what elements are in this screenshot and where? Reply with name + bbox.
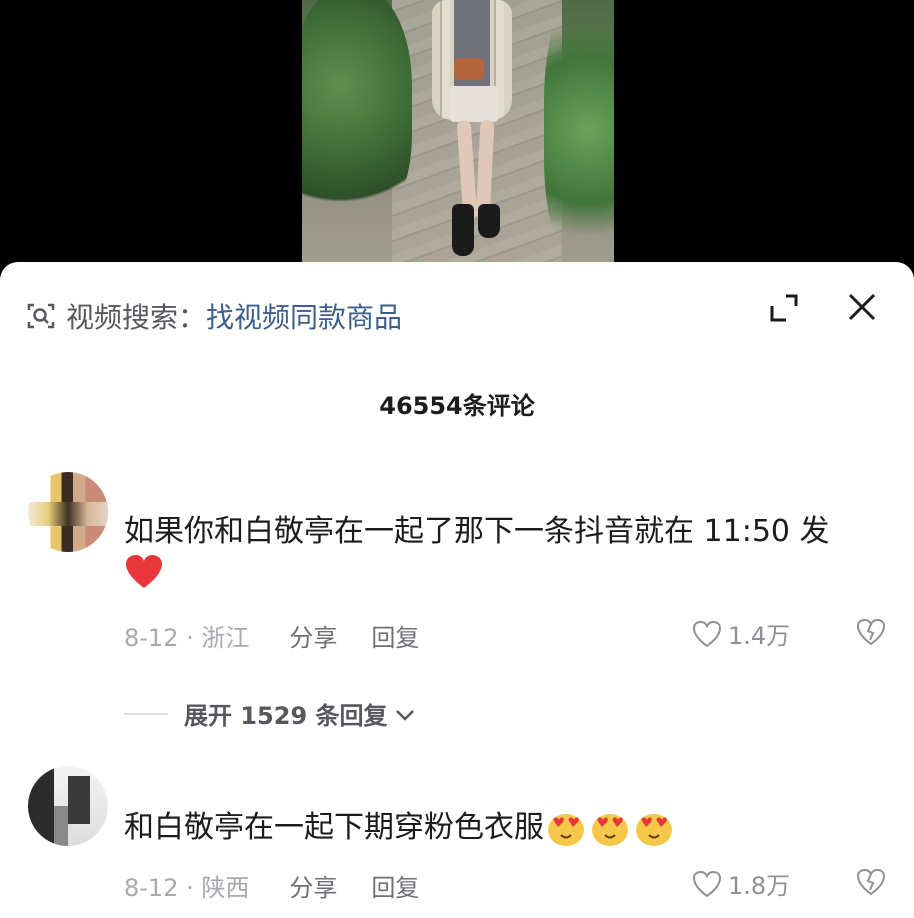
broken-heart-icon[interactable] [856,618,886,650]
boot [452,204,474,256]
comment-count: 46554条评论 [379,392,535,420]
reply-button[interactable]: 回复 [371,868,419,903]
foliage [302,0,412,230]
foliage [544,0,614,262]
like-button[interactable]: 1.4万 [692,616,790,651]
comment-meta: 8-12 · 陕西 分享 回复 [124,868,419,903]
divider-line [124,712,168,715]
heart-outline-icon [692,620,722,647]
like-count: 1.4万 [728,622,791,650]
reply-button[interactable]: 回复 [371,618,419,653]
heart-emoji [124,554,164,603]
like-count: 1.8万 [728,872,791,900]
share-button[interactable]: 分享 [289,618,337,653]
video-frame[interactable] [302,0,614,262]
heart-eyes-emoji [634,811,674,847]
expand-replies-button[interactable]: 展开 1529 条回复 [124,696,416,731]
handbag [454,58,484,80]
heart-eyes-emoji [590,811,630,847]
search-prefix-label: 视频搜索： [66,301,207,334]
avatar[interactable] [28,766,108,846]
scan-search-icon [26,301,56,331]
expand-icon[interactable] [768,292,800,324]
comment-date-location: 8-12 · 陕西 [124,874,250,902]
heart-outline-icon [692,870,722,897]
boot [478,204,500,238]
avatar[interactable] [28,472,108,552]
broken-heart-icon[interactable] [856,868,886,900]
comment-text: 和白敬亭在一起下期穿粉色衣服 [124,806,678,850]
skirt [450,86,498,122]
expand-replies-label: 展开 1529 条回复 [184,702,388,730]
shirt [454,0,490,100]
comment-date-location: 8-12 · 浙江 [124,624,250,652]
like-button[interactable]: 1.8万 [692,866,790,901]
comment-text-content: 和白敬亭在一起下期穿粉色衣服 [124,810,544,845]
close-icon[interactable] [845,290,879,324]
comment-meta: 8-12 · 浙江 分享 回复 [124,618,419,653]
comment-text: 如果你和白敬亭在一起了那下一条抖音就在 11:50 发 [124,514,830,549]
video-area[interactable] [0,0,914,262]
heart-eyes-emoji [546,811,586,847]
find-same-product-link[interactable]: 找视频同款商品 [206,296,402,336]
video-search-bar[interactable]: 视频搜索： 找视频同款商品 [26,298,402,334]
comment-panel: 视频搜索： 找视频同款商品 46554条评论 如果你和白敬亭在一起了那下一条抖音… [0,262,914,918]
chevron-down-icon [394,700,416,728]
share-button[interactable]: 分享 [289,868,337,903]
person-figure [432,0,512,262]
